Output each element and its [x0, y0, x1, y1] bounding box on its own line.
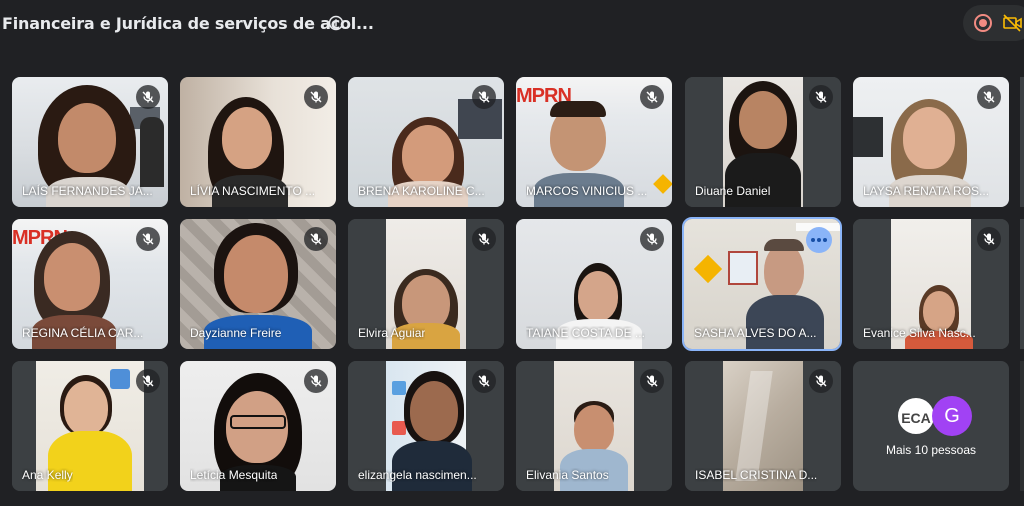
participant-name: Diuane Daniel	[695, 184, 771, 198]
participant-tile[interactable]: MPRN MARCOS VINICIUS ...	[516, 77, 672, 207]
participant-tile[interactable]: Diuane Daniel	[685, 77, 841, 207]
mic-off-icon	[472, 369, 496, 393]
participant-name: ISABEL CRISTINA D...	[695, 468, 818, 482]
participant-tile[interactable]: BRENA KAROLINE C...	[348, 77, 504, 207]
participant-tile[interactable]: Dayzianne Freire	[180, 219, 336, 349]
participant-name: REGINA CÉLIA CAR...	[22, 326, 144, 340]
more-options-button[interactable]	[806, 227, 832, 253]
participant-tile[interactable]: TAIANE COSTA DE ...	[516, 219, 672, 349]
participant-name: Evanice Silva Nasc...	[863, 326, 976, 340]
meeting-title: Financeira e Jurídica de serviços de aco…	[2, 14, 374, 33]
participant-name: Elvira Aguiar	[358, 326, 426, 340]
participant-name: MARCOS VINICIUS ...	[526, 184, 648, 198]
recording-icon	[974, 14, 992, 32]
mic-off-icon	[136, 85, 160, 109]
partial-tile	[1020, 219, 1024, 349]
participant-name: BRENA KAROLINE C...	[358, 184, 485, 198]
camera-off-icon	[1003, 14, 1023, 32]
mic-off-icon	[640, 369, 664, 393]
participant-name: TAIANE COSTA DE ...	[526, 326, 645, 340]
participant-tile[interactable]: LAÍS FERNANDES JA...	[12, 77, 168, 207]
mic-off-icon	[136, 369, 160, 393]
participant-name: Letícia Mesquita	[190, 468, 278, 482]
participant-tile-speaking[interactable]: SASHA ALVES DO A...	[682, 217, 842, 351]
mic-off-icon	[977, 227, 1001, 251]
participant-tile[interactable]: Ana Kelly	[12, 361, 168, 491]
participant-tile[interactable]: Elivania Santos	[516, 361, 672, 491]
more-participants-tile[interactable]: ECA G Mais 10 pessoas	[853, 361, 1009, 491]
participant-tile[interactable]: Elvira Aguiar	[348, 219, 504, 349]
mic-off-icon	[809, 369, 833, 393]
mic-off-icon	[304, 85, 328, 109]
participant-tile[interactable]: elizangela nascimen...	[348, 361, 504, 491]
participant-tile[interactable]: Letícia Mesquita	[180, 361, 336, 491]
participant-tile[interactable]: LÍVIA NASCIMENTO ...	[180, 77, 336, 207]
participant-name: elizangela nascimen...	[358, 468, 477, 482]
participant-tile[interactable]: MPRN REGINA CÉLIA CAR...	[12, 219, 168, 349]
mic-off-icon	[304, 369, 328, 393]
mic-off-icon	[977, 85, 1001, 109]
mic-off-icon	[472, 85, 496, 109]
recording-indicator[interactable]	[963, 5, 1024, 41]
mic-off-icon	[136, 227, 160, 251]
info-icon[interactable]	[328, 15, 344, 31]
mic-off-icon	[640, 85, 664, 109]
mic-off-icon	[472, 227, 496, 251]
participant-avatar: G	[932, 396, 972, 436]
participant-avatar-logo: ECA	[896, 396, 936, 436]
mic-off-icon	[809, 85, 833, 109]
mic-off-icon	[304, 227, 328, 251]
participant-name: SASHA ALVES DO A...	[694, 326, 817, 340]
partial-tile	[1020, 361, 1024, 491]
participant-name: LAYSA RENATA ROS...	[863, 184, 990, 198]
participant-tile[interactable]: Evanice Silva Nasc...	[853, 219, 1009, 349]
mic-off-icon	[640, 227, 664, 251]
top-bar: Financeira e Jurídica de serviços de aco…	[0, 0, 1024, 48]
participant-name: Dayzianne Freire	[190, 326, 282, 340]
more-participants-label: Mais 10 pessoas	[885, 443, 977, 457]
participant-name: LÍVIA NASCIMENTO ...	[190, 184, 316, 198]
participant-name: Ana Kelly	[22, 468, 73, 482]
participant-tile[interactable]: LAYSA RENATA ROS...	[853, 77, 1009, 207]
participant-name: Elivania Santos	[526, 468, 609, 482]
partial-tile	[1020, 77, 1024, 207]
participant-name: LAÍS FERNANDES JA...	[22, 184, 153, 198]
participant-tile[interactable]: ISABEL CRISTINA D...	[685, 361, 841, 491]
